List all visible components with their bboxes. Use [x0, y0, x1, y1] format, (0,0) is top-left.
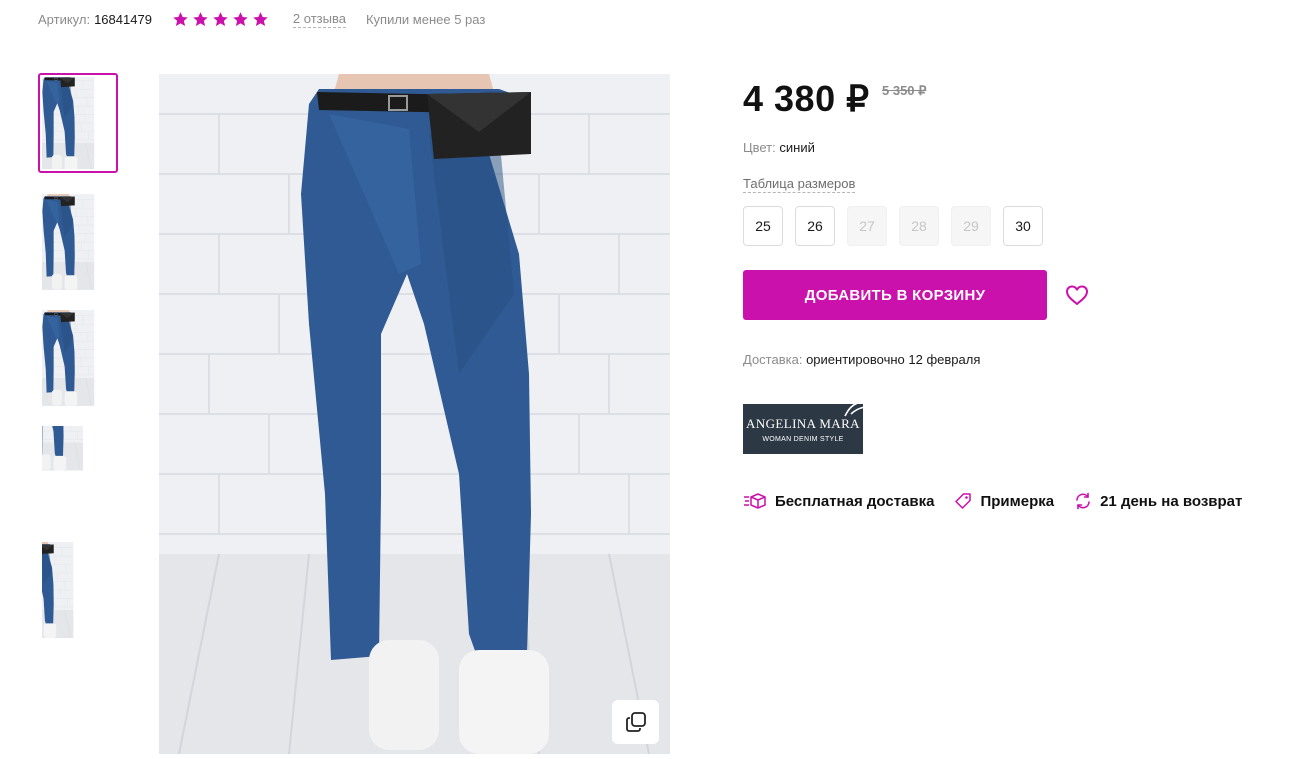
favorite-button[interactable] — [1064, 283, 1090, 307]
article-label: Артикул: — [38, 11, 91, 27]
thumbnail-image — [42, 310, 114, 406]
thumbnail-image — [42, 426, 114, 522]
star-icon — [193, 11, 208, 26]
thumbnail-image — [42, 77, 114, 169]
color-info: Цвет: синий — [743, 140, 815, 155]
brand-logo[interactable]: ANGELINA MARA WOMAN DENIM STYLE — [743, 404, 863, 454]
heart-icon — [1066, 285, 1088, 305]
feature-try-on: Примерка — [954, 492, 1054, 510]
star-icon — [213, 11, 228, 26]
size-option-27: 27 — [847, 206, 887, 246]
article-value: 16841479 — [94, 11, 152, 27]
old-price: 5 350 ₽ — [882, 83, 927, 98]
delivery-label: Доставка: — [743, 352, 803, 367]
thumbnail-image — [42, 542, 114, 638]
star-icon — [233, 11, 248, 26]
feature-label: Бесплатная доставка — [775, 492, 935, 510]
thumbnail-image — [42, 194, 114, 290]
size-option-26[interactable]: 26 — [795, 206, 835, 246]
feature-list: Бесплатная доставка Примерка 21 день на … — [743, 492, 1242, 510]
feature-free-delivery: Бесплатная доставка — [743, 492, 934, 510]
size-option-25[interactable]: 25 — [743, 206, 783, 246]
color-label: Цвет: — [743, 140, 776, 155]
tag-icon — [955, 493, 972, 509]
delivery-box-icon — [744, 493, 766, 509]
size-table-link[interactable]: Таблица размеров — [743, 176, 856, 193]
feature-label: 21 день на возврат — [1100, 492, 1243, 510]
product-meta: Артикул: 16841479 2 отзыва Купили менее … — [38, 10, 485, 28]
current-price: 4 380 ₽ — [743, 78, 870, 119]
thumbnail-2[interactable] — [38, 190, 118, 290]
product-photo — [159, 74, 670, 754]
fullscreen-icon — [625, 712, 646, 732]
brand-tagline: WOMAN DENIM STYLE — [762, 436, 844, 443]
color-value: синий — [779, 140, 815, 155]
delivery-date: ориентировочно 12 февраля — [806, 352, 981, 367]
fullscreen-button[interactable] — [612, 700, 659, 744]
size-option-30[interactable]: 30 — [1003, 206, 1043, 246]
return-arrows-icon — [1076, 492, 1090, 510]
size-option-28: 28 — [899, 206, 939, 246]
star-icon — [253, 11, 268, 26]
thumbnail-3[interactable] — [38, 306, 118, 406]
rating-stars — [172, 11, 269, 28]
purchase-count: Купили менее 5 раз — [365, 11, 486, 27]
add-to-cart-button[interactable]: ДОБАВИТЬ В КОРЗИНУ — [743, 270, 1047, 320]
delivery-info: Доставка: ориентировочно 12 февраля — [743, 352, 980, 367]
size-option-29: 29 — [951, 206, 991, 246]
star-icon — [173, 11, 188, 26]
thumbnail-1[interactable] — [38, 73, 118, 173]
feature-label: Примерка — [980, 492, 1055, 510]
feature-return: 21 день на возврат — [1074, 492, 1242, 510]
main-product-image[interactable] — [159, 74, 670, 754]
reviews-link[interactable]: 2 отзыва — [292, 11, 346, 28]
brand-flourish-icon — [844, 404, 863, 417]
thumbnail-5[interactable] — [38, 538, 118, 638]
thumbnail-4[interactable] — [38, 422, 118, 522]
